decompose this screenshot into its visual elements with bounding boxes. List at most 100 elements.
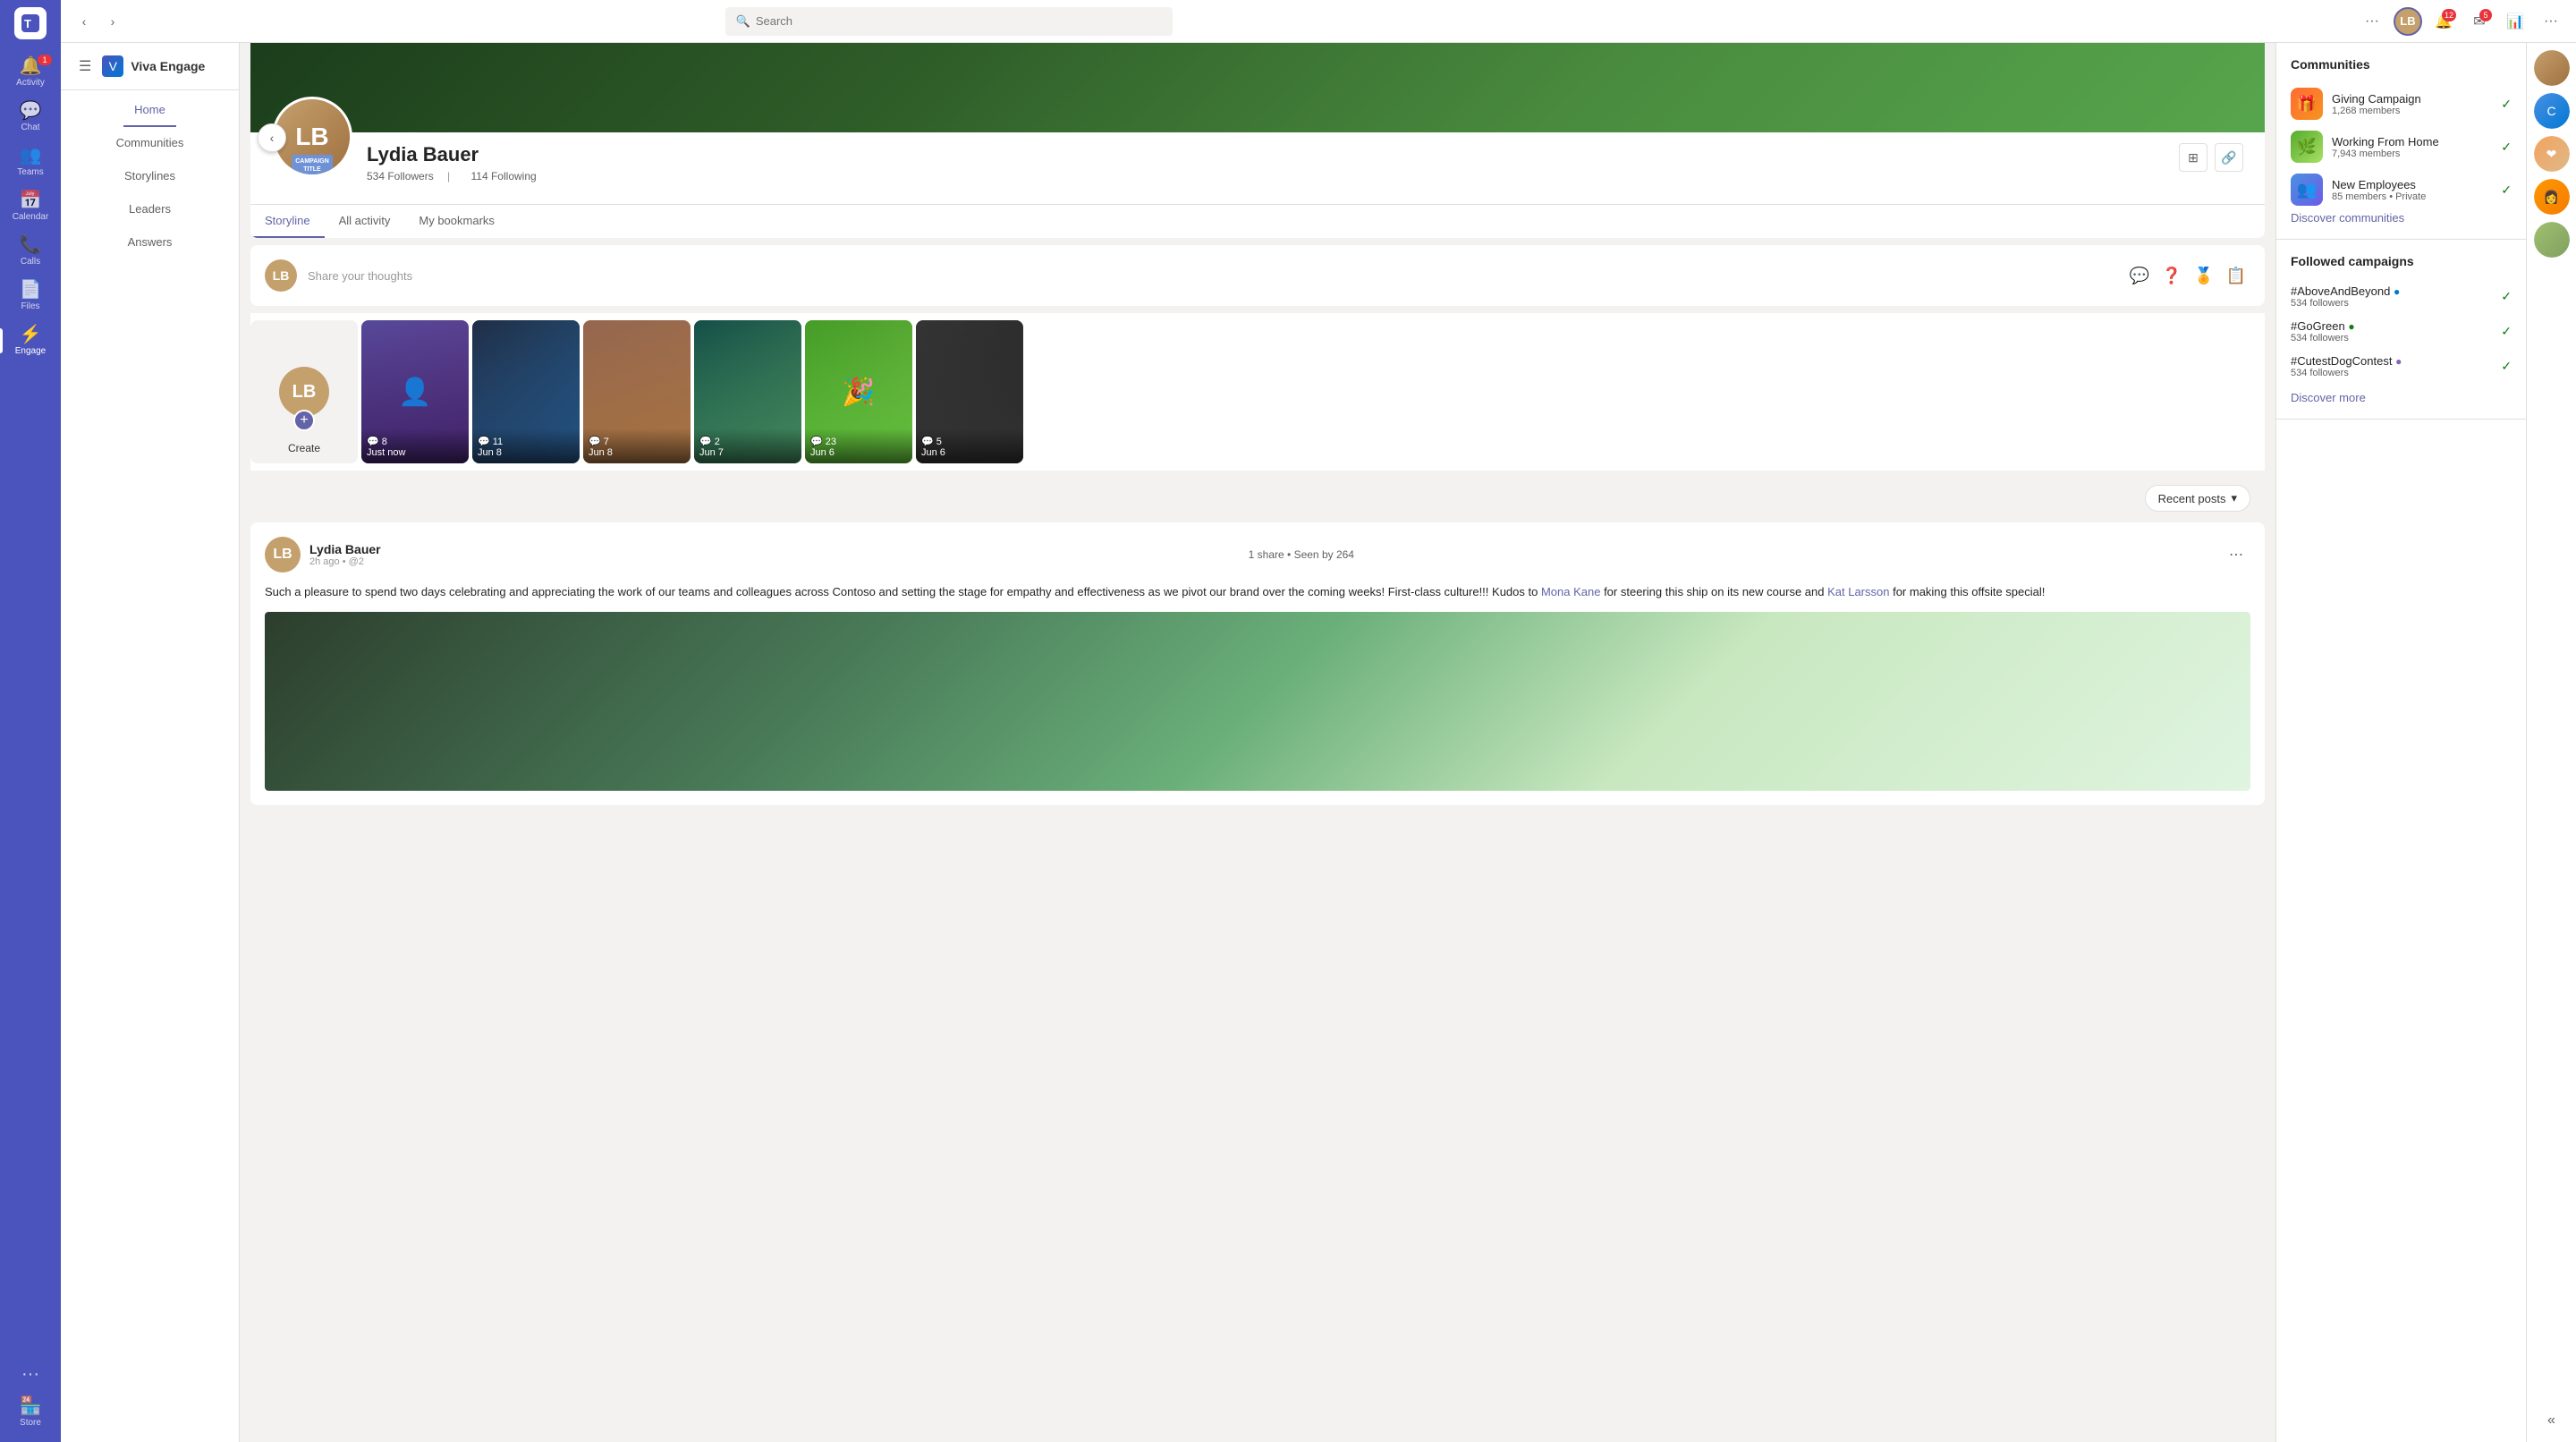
campaigns-section: Followed campaigns #AboveAndBeyond ● 534… — [2276, 240, 2526, 420]
right-user-avatar-2: C — [2534, 93, 2570, 129]
campaign-info-1: #AboveAndBeyond ● 534 followers — [2291, 284, 2494, 309]
followers-count: 534 Followers — [367, 170, 434, 182]
article-button[interactable]: 📋 — [2222, 261, 2250, 290]
app-bar: ☰ V Viva Engage Home Communities Storyli… — [61, 43, 240, 1442]
nav-activity[interactable]: 1 🔔 Activity — [0, 50, 61, 95]
community-icon-2: 🌿 — [2291, 131, 2323, 163]
content-area: ‹ LB CAMPAIGNTITLe — [240, 43, 2576, 1442]
message-compose-button[interactable]: 💬 — [2125, 261, 2154, 290]
nav-teams[interactable]: 👥 Teams — [0, 140, 61, 184]
recent-posts-button[interactable]: Recent posts ▾ — [2145, 485, 2250, 512]
calendar-label: Calendar — [13, 212, 49, 222]
store-label: Store — [20, 1418, 41, 1428]
post-author-info: Lydia Bauer 2h ago • @2 — [309, 542, 381, 567]
discover-more-link[interactable]: Discover more — [2291, 391, 2366, 404]
hamburger-button[interactable]: ☰ — [75, 54, 95, 79]
analytics-button[interactable]: 📊 — [2501, 7, 2529, 36]
story-item-6[interactable]: 💬5 Jun 6 — [916, 320, 1023, 463]
story-item-5[interactable]: 🎉 💬23 Jun 6 — [805, 320, 912, 463]
back-profile-button[interactable]: ‹ — [258, 123, 286, 152]
svg-text:T: T — [24, 17, 31, 30]
nav-store[interactable]: 🏪 Store — [0, 1390, 61, 1435]
nav-chat[interactable]: 💬 Chat — [0, 95, 61, 140]
message-badge: 5 — [2479, 9, 2492, 21]
right-panel: Communities 🎁 Giving Campaign 1,268 memb… — [2275, 43, 2526, 1442]
right-avatar-3[interactable]: ❤ — [2534, 136, 2570, 172]
story-date-6: Jun 6 — [921, 447, 1018, 458]
story-item-4[interactable]: 💬2 Jun 7 — [694, 320, 801, 463]
nav-leaders[interactable]: Leaders — [118, 193, 182, 226]
post-link-kat[interactable]: Kat Larsson — [1827, 585, 1889, 598]
question-button[interactable]: ❓ — [2157, 261, 2186, 290]
share-input[interactable]: Share your thoughts — [308, 269, 2114, 283]
right-avatar-4[interactable]: 👩 — [2534, 179, 2570, 215]
nav-answers[interactable]: Answers — [117, 226, 183, 259]
story-item-2[interactable]: 💬11 Jun 8 — [472, 320, 580, 463]
community-item-3[interactable]: 👥 New Employees 85 members • Private ✓ — [2291, 168, 2512, 211]
link-button[interactable]: 🔗 — [2215, 143, 2243, 172]
app-logo: V — [102, 55, 123, 77]
post-more-button[interactable]: ⋯ — [2222, 540, 2250, 569]
campaign-info-2: #GoGreen ● 534 followers — [2291, 319, 2494, 344]
community-item-1[interactable]: 🎁 Giving Campaign 1,268 members ✓ — [2291, 82, 2512, 125]
forward-button[interactable]: › — [100, 9, 125, 34]
community-info-2: Working From Home 7,943 members — [2332, 135, 2439, 159]
nav-communities[interactable]: Communities — [106, 127, 195, 160]
campaign-name-1: #AboveAndBeyond ● — [2291, 284, 2494, 298]
share-actions: 💬 ❓ 🏅 📋 — [2125, 261, 2250, 290]
campaign-followers-1: 534 followers — [2291, 298, 2494, 309]
nav-storylines[interactable]: Storylines — [114, 160, 186, 193]
post-link-mona[interactable]: Mona Kane — [1541, 585, 1601, 598]
campaign-item-1[interactable]: #AboveAndBeyond ● 534 followers ✓ — [2291, 279, 2512, 314]
chat-label: Chat — [21, 123, 39, 132]
nav-files[interactable]: 📄 Files — [0, 274, 61, 318]
post-text-1: Such a pleasure to spend two days celebr… — [265, 585, 1541, 598]
nav-calendar[interactable]: 📅 Calendar — [0, 184, 61, 229]
story-date-5: Jun 6 — [810, 447, 907, 458]
right-user-avatar-3: ❤ — [2534, 136, 2570, 172]
search-input[interactable] — [756, 14, 1162, 28]
campaign-item-3[interactable]: #CutestDogContest ● 534 followers ✓ — [2291, 349, 2512, 384]
campaign-item-2[interactable]: #GoGreen ● 534 followers ✓ — [2291, 314, 2512, 349]
nav-home[interactable]: Home — [123, 94, 176, 127]
community-info-3: New Employees 85 members • Private — [2332, 178, 2426, 202]
right-avatar-2[interactable]: C — [2534, 93, 2570, 129]
profile-tabs: Storyline All activity My bookmarks — [250, 204, 2265, 238]
community-check-1: ✓ — [2501, 97, 2512, 112]
campaign-followers-2: 534 followers — [2291, 333, 2494, 344]
user-avatar[interactable]: LB — [2394, 7, 2422, 36]
center-feed: ‹ LB CAMPAIGNTITLe — [240, 43, 2275, 1442]
praise-button[interactable]: 🏅 — [2190, 261, 2218, 290]
right-avatar-5[interactable] — [2534, 222, 2570, 258]
post-mention: @2 — [349, 556, 364, 567]
tab-bookmarks[interactable]: My bookmarks — [404, 205, 509, 238]
tab-all-activity[interactable]: All activity — [325, 205, 405, 238]
story-item-3[interactable]: 💬7 Jun 8 — [583, 320, 691, 463]
story-create[interactable]: LB + Create — [250, 320, 358, 463]
story-overlay-1: 💬8 Just now — [361, 428, 469, 463]
community-item-2[interactable]: 🌿 Working From Home 7,943 members ✓ — [2291, 125, 2512, 168]
nav-more[interactable]: ··· — [0, 1358, 61, 1390]
topbar-more-button[interactable]: ··· — [2537, 7, 2565, 36]
profile-name: Lydia Bauer — [367, 143, 2179, 166]
nav-calls[interactable]: 📞 Calls — [0, 229, 61, 274]
teams-sidebar: T 1 🔔 Activity 💬 Chat 👥 Teams 📅 Calendar… — [0, 0, 61, 1442]
back-button[interactable]: ‹ — [72, 9, 97, 34]
tab-storyline[interactable]: Storyline — [250, 205, 325, 238]
more-options-button[interactable]: ··· — [2358, 7, 2386, 36]
nav-engage[interactable]: ⚡ Engage — [0, 318, 61, 363]
post-avatar[interactable]: LB — [265, 537, 301, 573]
right-avatar-1[interactable] — [2534, 50, 2570, 86]
card-view-button[interactable]: ⊞ — [2179, 143, 2207, 172]
discover-communities-link[interactable]: Discover communities — [2291, 211, 2404, 225]
notification-button[interactable]: 🔔 12 — [2429, 7, 2458, 36]
community-name-1: Giving Campaign — [2332, 92, 2421, 106]
message-button[interactable]: ✉ 5 — [2465, 7, 2494, 36]
campaign-check-1: ✓ — [2501, 289, 2512, 304]
communities-title: Communities — [2291, 57, 2512, 72]
activity-badge: 1 — [38, 55, 52, 65]
story-item-1[interactable]: 👤 💬8 Just now — [361, 320, 469, 463]
story-comments-6: 💬5 — [921, 436, 1018, 447]
collapse-right-button[interactable]: « — [2538, 1406, 2566, 1435]
campaign-check-3: ✓ — [2501, 359, 2512, 374]
